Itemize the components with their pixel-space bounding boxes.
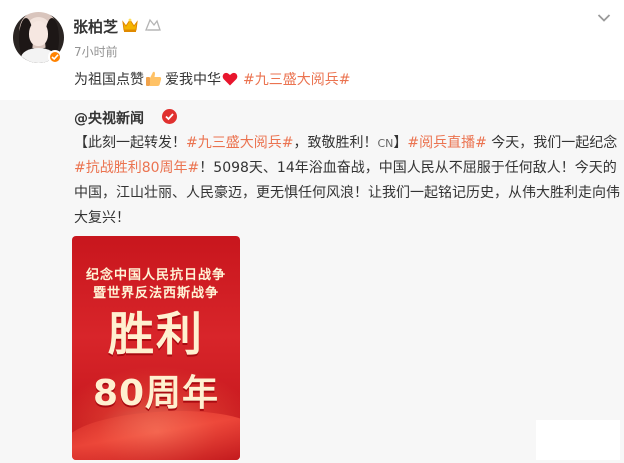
crown-icon[interactable] [121, 17, 139, 33]
hashtag-link-live[interactable]: #阅兵直播# [407, 135, 486, 151]
hashtag-link[interactable]: #九三盛大阅兵# [243, 72, 350, 88]
post-text-love: 爱我中华 [165, 72, 221, 88]
verified-red-badge-icon [162, 109, 177, 124]
repost-author[interactable]: @央视新闻 [74, 108, 144, 128]
chevron-down-icon[interactable] [597, 13, 611, 23]
corner-overlay [536, 420, 620, 460]
avatar-face [29, 21, 48, 46]
member-icon[interactable] [145, 18, 161, 32]
post-time[interactable]: 7小时前 [74, 43, 118, 60]
repost-text-seg1: 【此刻一起转发！ [74, 135, 186, 151]
cn-mark: CN [377, 137, 394, 150]
post-text-plain: 为祖国点赞 [74, 72, 144, 88]
repost-text: 【此刻一起转发！#九三盛大阅兵#，致敬胜利！CN】#阅兵直播# 今天，我们一起纪… [74, 131, 620, 231]
hashtag-link-parade[interactable]: #九三盛大阅兵# [186, 135, 293, 151]
poster-image[interactable]: 纪念中国人民抗日战争 暨世界反法西斯战争 胜利 80周年 [72, 236, 240, 460]
heart-icon [222, 72, 238, 86]
post-text: 为祖国点赞 爱我中华 #九三盛大阅兵# [74, 69, 350, 89]
thumbs-up-icon [146, 71, 162, 86]
username[interactable]: 张柏芝 [73, 16, 118, 37]
repost-text-seg4: 今天，我们一起纪念 [486, 135, 618, 151]
poster-anniversary: 80周年 [92, 373, 220, 414]
repost-text-seg2: ，致敬胜利！ [293, 135, 378, 151]
poster-big-title: 胜利 [108, 307, 204, 361]
repost-text-seg3: 】 [393, 135, 408, 151]
hashtag-link-anniversary[interactable]: #抗战胜利80周年# [74, 160, 199, 176]
verified-badge-icon [48, 50, 62, 64]
poster-line-1: 纪念中国人民抗日战争 [85, 268, 226, 283]
